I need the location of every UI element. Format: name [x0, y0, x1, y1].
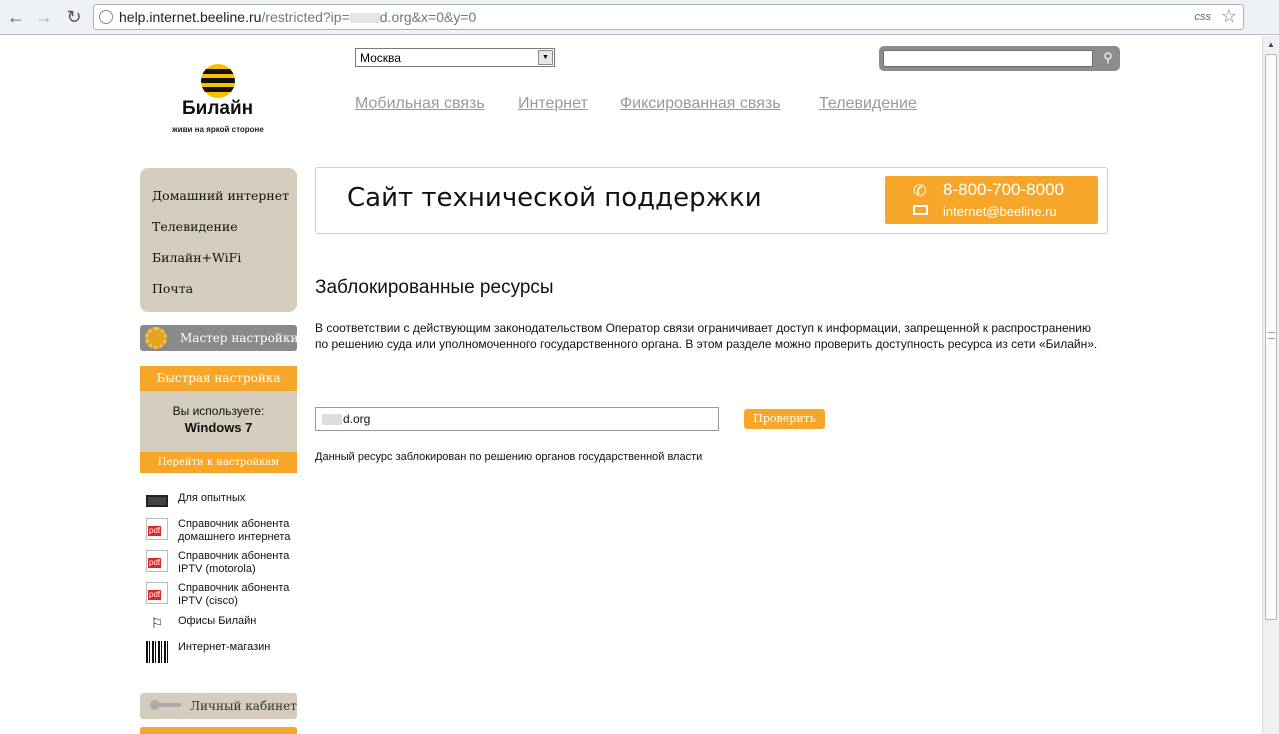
sidebar-item-home-internet[interactable]: Домашний интернет [140, 188, 297, 219]
link-label[interactable]: Справочник абонента IPTV (motorola) [178, 550, 298, 576]
chevron-down-icon[interactable]: ▼ [538, 50, 553, 65]
go-to-settings-button[interactable]: Перейти к настройкам [140, 452, 297, 473]
nav-mobile[interactable]: Мобильная связь [355, 95, 485, 113]
page-title: Заблокированные ресурсы [315, 277, 554, 298]
browser-toolbar: ← → ↻ help.internet.beeline.ru/restricte… [0, 0, 1279, 35]
mail-icon [913, 205, 928, 215]
url-blurred [349, 13, 380, 24]
search-box: ⚲ [879, 46, 1120, 71]
reload-icon[interactable]: ↻ [62, 6, 86, 28]
phone-icon: ✆ [913, 183, 927, 200]
link-label[interactable]: Справочник абонента IPTV (cisco) [178, 582, 298, 608]
page-description: В соответствии с действующим законодател… [315, 321, 1098, 351]
link-label[interactable]: Справочник абонента домашнего интернета [178, 518, 298, 544]
city-select[interactable]: Москва ▼ [355, 48, 555, 67]
search-input[interactable] [883, 50, 1093, 67]
quick-setup-heading: Быстрая настройка [140, 366, 297, 391]
scroll-grip [1268, 332, 1275, 339]
pdf-badge: pdf [148, 590, 162, 600]
search-icon[interactable]: ⚲ [1098, 48, 1118, 68]
link-label[interactable]: Для опытных [178, 492, 298, 505]
resource-check-value: d.org [343, 412, 371, 426]
globe-icon [99, 10, 113, 24]
barcode-icon [146, 641, 168, 663]
url-query: d.org&x=0&y=0 [379, 9, 477, 25]
setup-wizard-label: Мастер настройки [180, 331, 299, 345]
blurred-part [322, 414, 342, 426]
pdf-icon: pdf [146, 550, 168, 572]
check-result: Данный ресурс заблокирован по решению ор… [315, 451, 703, 463]
beeline-ball-icon [201, 64, 235, 98]
sidebar-item-wifi[interactable]: Билайн+WiFi [140, 250, 297, 281]
link-label[interactable]: Интернет-магазин [178, 641, 298, 654]
city-select-value: Москва [360, 51, 401, 65]
logo-tagline: живи на яркой стороне [172, 125, 264, 134]
forward-icon[interactable]: → [32, 6, 56, 28]
quick-setup-panel: Быстрая настройка Вы используете: Window… [140, 366, 297, 473]
url-path: /restricted?ip= [261, 9, 350, 25]
sidebar-item-tv[interactable]: Телевидение [140, 219, 297, 250]
link-label[interactable]: Офисы Билайн [178, 615, 298, 628]
sidebar-menu: Домашний интернет Телевидение Билайн+WiF… [140, 168, 297, 312]
pdf-badge: pdf [148, 558, 162, 568]
scroll-up-arrow-icon[interactable]: ▲ [1263, 36, 1279, 52]
pdf-icon: pdf [146, 518, 168, 540]
pdf-badge: pdf [148, 526, 162, 536]
css-extension-icon[interactable]: css [1195, 11, 1212, 23]
address-bar[interactable]: help.internet.beeline.ru/restricted?ip= d… [93, 4, 1244, 30]
back-icon[interactable]: ← [4, 6, 28, 28]
logo-name: Билайн [182, 98, 254, 119]
scroll-thumb[interactable] [1265, 54, 1277, 620]
personal-account-label: Личный кабинет [190, 699, 297, 713]
support-phone: 8-800-700-8000 [943, 180, 1064, 199]
personal-account-button[interactable]: Личный кабинет [140, 693, 297, 719]
bookmark-star-icon[interactable]: ☆ [1221, 6, 1237, 27]
sign-icon: ⚐ [150, 615, 164, 631]
pdf-icon: pdf [146, 582, 168, 604]
nav-internet[interactable]: Интернет [518, 95, 588, 113]
support-banner: Сайт технической поддержки ✆ 8-800-700-8… [315, 167, 1108, 234]
banner-title: Сайт технической поддержки [347, 183, 762, 213]
monitor-icon [146, 495, 168, 507]
beeline-logo[interactable]: Билайн живи на яркой стороне [172, 64, 264, 136]
nav-fixed[interactable]: Фиксированная связь [620, 95, 781, 113]
quick-setup-using: Вы используете: [172, 404, 265, 418]
check-button[interactable]: Проверить [744, 409, 825, 429]
vertical-scrollbar[interactable]: ▲ [1262, 36, 1279, 734]
url-host: help.internet.beeline.ru [119, 9, 262, 25]
support-email[interactable]: internet@beeline.ru [943, 204, 1057, 219]
nav-tv[interactable]: Телевидение [819, 95, 917, 113]
sidebar-item-mail[interactable]: Почта [140, 281, 297, 312]
contact-box: ✆ 8-800-700-8000 internet@beeline.ru [885, 176, 1098, 224]
url-text[interactable]: help.internet.beeline.ru/restricted?ip= d… [119, 9, 476, 25]
resource-check-input[interactable]: d.org [315, 407, 719, 431]
quick-setup-os: Windows 7 [184, 420, 253, 435]
gear-icon [145, 327, 167, 349]
key-icon [150, 700, 184, 710]
setup-wizard-button[interactable]: Мастер настройки [140, 325, 299, 351]
next-orange-button[interactable] [140, 727, 297, 734]
